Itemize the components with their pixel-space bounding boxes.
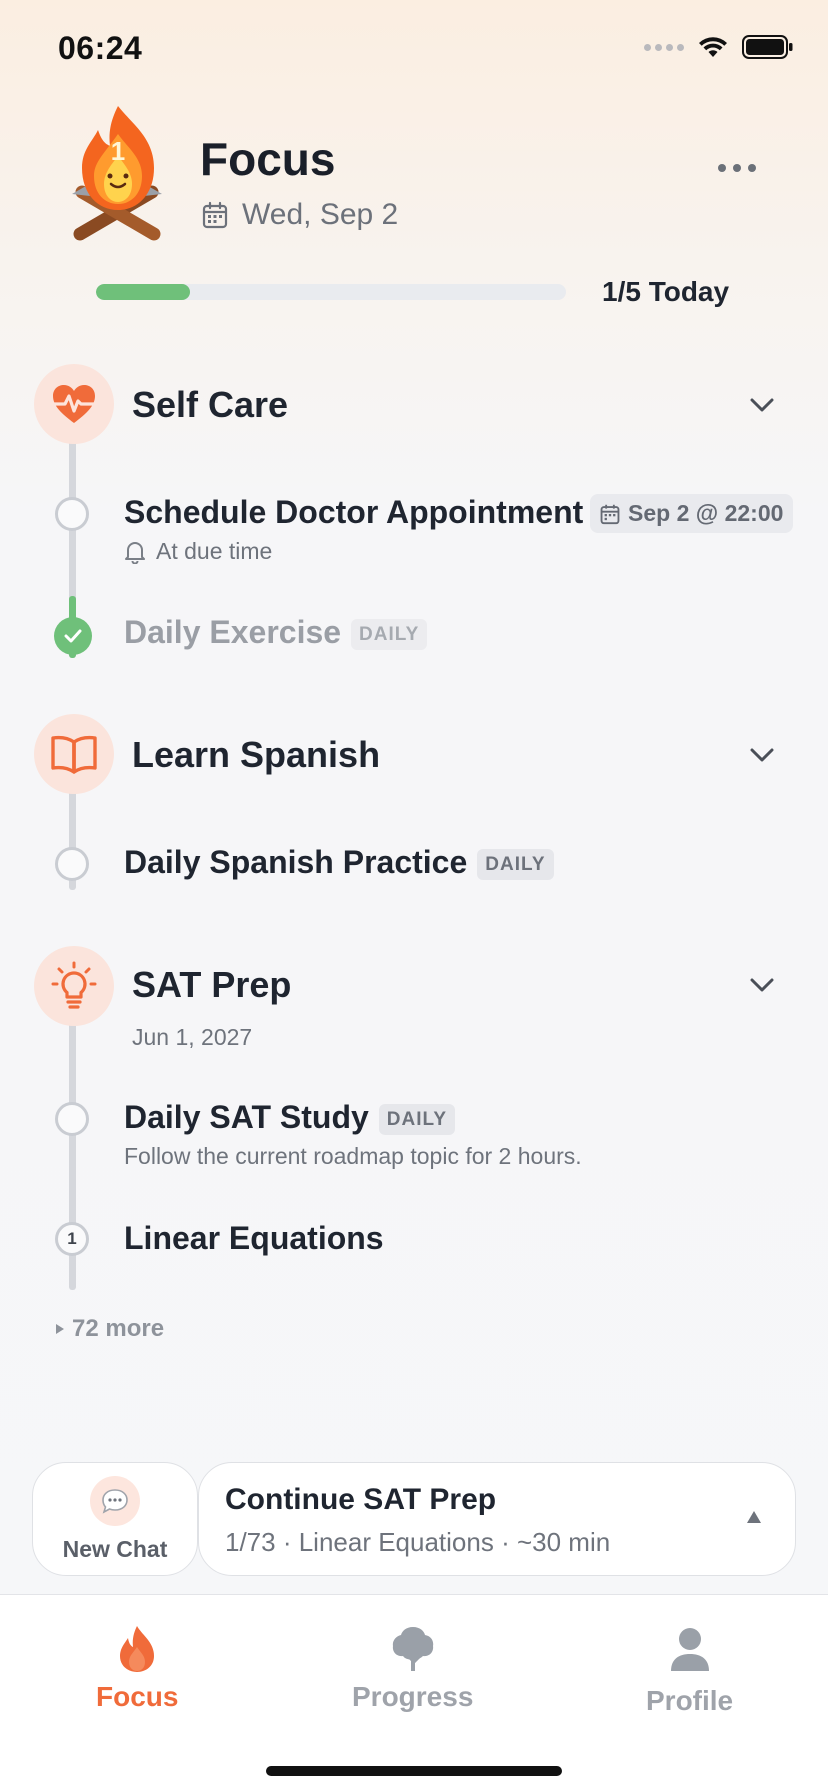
- home-indicator: [266, 1766, 562, 1776]
- chevron-down-icon: [750, 748, 774, 762]
- calendar-icon: [600, 504, 620, 524]
- chat-bubble-icon: [90, 1475, 140, 1526]
- tree-icon: [392, 1627, 433, 1671]
- task-checkbox-checked[interactable]: [54, 617, 92, 655]
- tab-label: Profile: [646, 1685, 734, 1716]
- new-chat-label: New Chat: [62, 1535, 168, 1562]
- task-title-spanish[interactable]: Daily Spanish Practice DAILY: [124, 844, 554, 881]
- tab-label: Focus: [96, 1681, 179, 1712]
- cellular-signal-icon: [644, 43, 684, 51]
- tab-focus[interactable]: Focus: [96, 1625, 178, 1713]
- task-title-linear-equations[interactable]: Linear Equations: [124, 1220, 384, 1257]
- chevron-down-icon: [750, 978, 774, 992]
- lightbulb-icon: [51, 961, 97, 1009]
- collapse-self-care-button[interactable]: [742, 385, 782, 425]
- task-note: Follow the current roadmap topic for 2 h…: [124, 1143, 582, 1169]
- reminder-row: At due time: [124, 538, 272, 565]
- task-title-exercise[interactable]: Daily Exercise DAILY: [124, 614, 428, 651]
- svg-text:1: 1: [111, 136, 125, 166]
- tab-progress[interactable]: Progress: [352, 1625, 473, 1713]
- battery-icon: [742, 35, 793, 59]
- task-checkbox[interactable]: [55, 847, 89, 881]
- daily-progress-bar: [96, 284, 566, 300]
- date-row: Wed, Sep 2: [202, 198, 398, 232]
- daily-progress-text: 1/5 Today: [602, 276, 730, 307]
- reminder-text: At due time: [156, 538, 273, 564]
- book-open-icon: [51, 735, 97, 774]
- tab-label: Progress: [352, 1681, 474, 1712]
- tab-profile[interactable]: Profile: [646, 1625, 733, 1717]
- daily-badge: DAILY: [351, 619, 428, 651]
- due-date-text: Sep 2 @ 22:00: [628, 500, 784, 526]
- person-icon: [670, 1628, 709, 1671]
- status-time: 06:24: [58, 30, 143, 66]
- continue-subtitle: 1/73 · Linear Equations · ~30 min: [225, 1527, 611, 1557]
- current-date: Wed, Sep 2: [242, 198, 399, 231]
- category-title-self-care[interactable]: Self Care: [132, 384, 288, 426]
- more-options-button[interactable]: [718, 164, 756, 172]
- task-checkbox[interactable]: [55, 1102, 89, 1136]
- learn-spanish-category-icon: [34, 714, 114, 794]
- sat-prep-category-icon: [34, 946, 114, 1026]
- page-title: Focus: [200, 133, 336, 185]
- show-more-label: 72 more: [72, 1315, 165, 1342]
- daily-progress-fill: [96, 284, 190, 300]
- flame-icon: [120, 1626, 155, 1672]
- bell-icon: [125, 541, 145, 564]
- task-checkbox[interactable]: [55, 497, 89, 531]
- calendar-icon: [202, 201, 228, 229]
- category-title-sat-prep[interactable]: SAT Prep: [132, 964, 291, 1006]
- caret-right-icon: [56, 1324, 64, 1334]
- show-more-button[interactable]: 72 more: [56, 1315, 164, 1343]
- category-title-learn-spanish[interactable]: Learn Spanish: [132, 734, 380, 776]
- chevron-down-icon: [750, 398, 774, 412]
- task-title-doctor[interactable]: Schedule Doctor Appointment: [124, 494, 583, 531]
- collapse-learn-spanish-button[interactable]: [742, 735, 782, 775]
- status-icons: [644, 34, 794, 60]
- daily-badge: DAILY: [378, 1104, 456, 1136]
- new-chat-button[interactable]: New Chat: [32, 1462, 198, 1576]
- task-title-sat-study[interactable]: Daily SAT Study DAILY: [124, 1099, 456, 1136]
- roadmap-step-indicator[interactable]: 1: [55, 1222, 89, 1256]
- daily-badge: DAILY: [477, 849, 554, 881]
- heart-pulse-icon: [51, 385, 97, 423]
- self-care-category-icon: [34, 364, 114, 444]
- expand-up-icon: [747, 1511, 761, 1523]
- continue-title: Continue SAT Prep: [225, 1483, 497, 1516]
- category-deadline: Jun 1, 2027: [132, 1024, 253, 1050]
- wifi-icon: [699, 37, 727, 57]
- due-date-chip[interactable]: Sep 2 @ 22:00: [590, 494, 794, 533]
- streak-mascot-icon: 1: [58, 104, 178, 244]
- continue-session-button[interactable]: Continue SAT Prep 1/73 · Linear Equation…: [198, 1462, 796, 1576]
- tab-bar: Focus Progress Profile: [0, 1594, 828, 1792]
- collapse-sat-prep-button[interactable]: [742, 965, 782, 1005]
- checkmark-icon: [64, 629, 82, 643]
